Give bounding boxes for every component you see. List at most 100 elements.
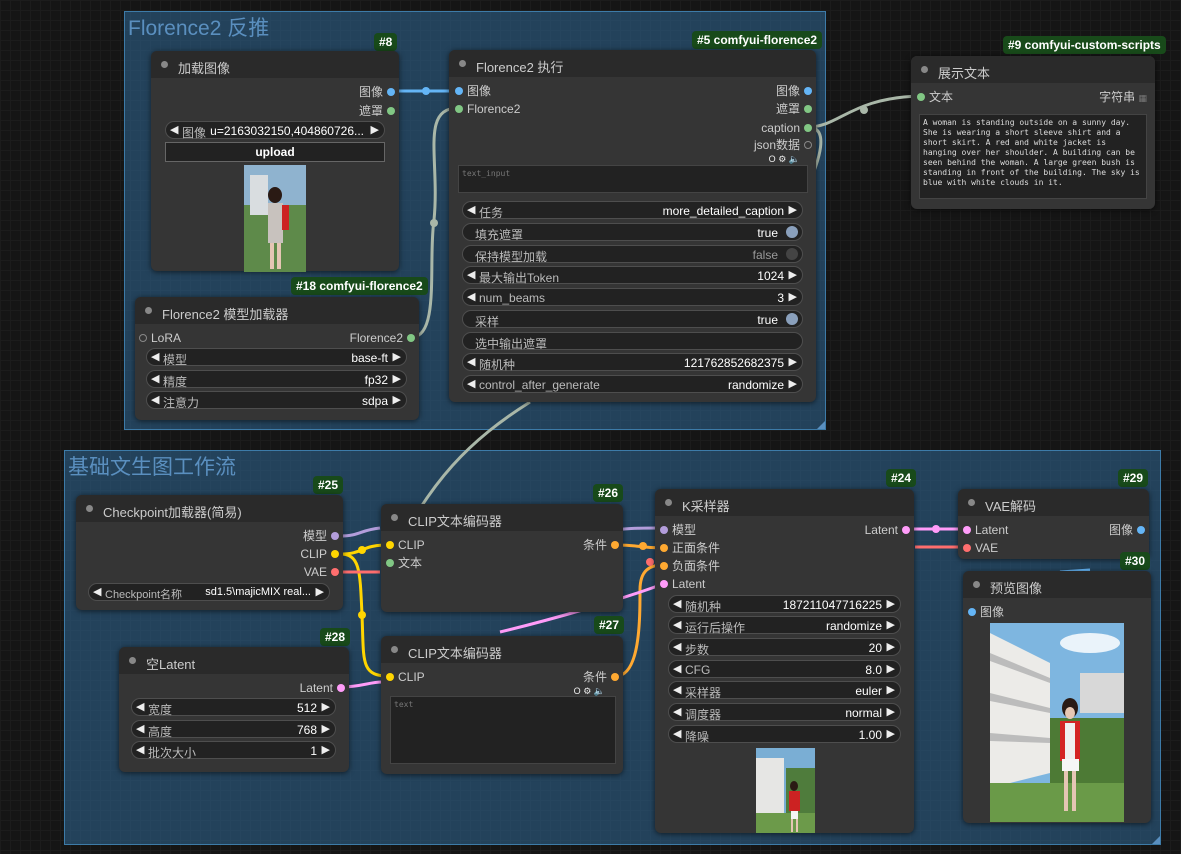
arrow-left-icon[interactable]: ◀ <box>673 597 681 610</box>
collapse-dot[interactable] <box>968 499 975 506</box>
arrow-left-icon[interactable]: ◀ <box>136 743 144 756</box>
clip-pin[interactable] <box>331 550 339 558</box>
image-pin[interactable] <box>1137 526 1145 534</box>
output-image[interactable]: 图像 <box>1109 523 1145 537</box>
arrow-right-icon[interactable]: ▶ <box>789 203 797 216</box>
arrow-right-icon[interactable]: ▶ <box>393 350 401 363</box>
attention-combo[interactable]: ◀ 注意力 sdpa ▶ <box>146 391 407 410</box>
input-text[interactable]: 文本 <box>386 556 422 570</box>
arrow-left-icon[interactable]: ◀ <box>170 123 178 136</box>
clip-text-encode-negative-node[interactable]: CLIP文本编码器 CLIP 条件 O ⚙ 🔈 text <box>381 636 623 774</box>
node-header[interactable]: 空Latent <box>119 647 349 674</box>
arrow-left-icon[interactable]: ◀ <box>151 393 159 406</box>
latent-pin[interactable] <box>902 526 910 534</box>
arrow-right-icon[interactable]: ▶ <box>887 705 895 718</box>
output-latent[interactable]: Latent <box>300 681 345 695</box>
arrow-left-icon[interactable]: ◀ <box>467 355 475 368</box>
input-florence2[interactable]: Florence2 <box>455 102 520 116</box>
load-image-node[interactable]: 加载图像 图像 遮罩 ◀ 图像 u=2163032150,404860726..… <box>151 51 399 272</box>
mask-pin[interactable] <box>804 105 812 113</box>
arrow-left-icon[interactable]: ◀ <box>93 585 101 598</box>
arrow-right-icon[interactable]: ▶ <box>789 290 797 303</box>
node-header[interactable]: 预览图像 <box>963 571 1151 598</box>
speaker-icon[interactable]: 🔈 <box>789 154 800 164</box>
precision-combo[interactable]: ◀ 精度 fp32 ▶ <box>146 370 407 389</box>
clip-pin[interactable] <box>386 673 394 681</box>
circle-icon[interactable]: O <box>574 686 581 696</box>
max-tokens-number[interactable]: ◀ 最大输出Token 1024 ▶ <box>462 266 803 285</box>
output-caption[interactable]: caption <box>761 121 812 135</box>
vae-pin[interactable] <box>331 568 339 576</box>
sampler-combo[interactable]: ◀ 采样器 euler ▶ <box>668 681 901 700</box>
cfg-number[interactable]: ◀ CFG 8.0 ▶ <box>668 660 901 678</box>
output-florence2[interactable]: Florence2 <box>350 331 415 345</box>
input-image[interactable]: 图像 <box>968 605 1004 619</box>
input-text[interactable]: 文本 <box>917 90 953 104</box>
height-number[interactable]: ◀ 高度 768 ▶ <box>131 720 336 739</box>
show-text-node[interactable]: 展示文本 文本 字符串 ▦ A woman is standing outsid… <box>911 56 1155 209</box>
output-conditioning[interactable]: 条件 <box>583 670 619 684</box>
arrow-left-icon[interactable]: ◀ <box>467 377 475 390</box>
batch-size-number[interactable]: ◀ 批次大小 1 ▶ <box>131 741 336 760</box>
vae-decode-node[interactable]: VAE解码 Latent VAE 图像 <box>958 489 1149 559</box>
arrow-right-icon[interactable]: ▶ <box>371 123 379 136</box>
collapse-dot[interactable] <box>129 657 136 664</box>
florence2-loader-node[interactable]: Florence2 模型加载器 LoRA Florence2 ◀ 模型 base… <box>135 297 419 420</box>
input-lora[interactable]: LoRA <box>139 331 181 345</box>
arrow-left-icon[interactable]: ◀ <box>673 640 681 653</box>
input-model[interactable]: 模型 <box>660 523 696 537</box>
arrow-right-icon[interactable]: ▶ <box>322 700 330 713</box>
clip-pin[interactable] <box>386 541 394 549</box>
preview-image-node[interactable]: 预览图像 图像 <box>963 571 1151 823</box>
keep-model-toggle[interactable]: 保持模型加载 false <box>462 245 803 264</box>
conditioning-pin[interactable] <box>611 541 619 549</box>
negative-text-area[interactable]: text <box>390 696 616 764</box>
arrow-right-icon[interactable]: ▶ <box>887 683 895 696</box>
input-latent[interactable]: Latent <box>963 523 1008 537</box>
florence2-pin[interactable] <box>455 105 463 113</box>
node-header[interactable]: CLIP文本编码器 <box>381 504 623 531</box>
gear-icon[interactable]: ⚙ <box>583 686 591 696</box>
input-positive[interactable]: 正面条件 <box>660 541 720 555</box>
denoise-number[interactable]: ◀ 降噪 1.00 ▶ <box>668 725 901 744</box>
lora-pin[interactable] <box>139 334 147 342</box>
caption-textbox[interactable]: A woman is standing outside on a sunny d… <box>919 114 1147 199</box>
output-clip[interactable]: CLIP <box>300 547 339 561</box>
output-latent[interactable]: Latent <box>865 523 910 537</box>
circle-icon[interactable]: O <box>769 154 776 164</box>
latent-pin[interactable] <box>660 580 668 588</box>
checkpoint-combo[interactable]: ◀ Checkpoint名称 sd1.5\majicMIX real... ▶ <box>88 583 330 601</box>
arrow-right-icon[interactable]: ▶ <box>887 640 895 653</box>
conditioning-pin[interactable] <box>660 544 668 552</box>
string-pin[interactable] <box>917 93 925 101</box>
arrow-right-icon[interactable]: ▶ <box>887 597 895 610</box>
input-clip[interactable]: CLIP <box>386 670 425 684</box>
task-combo[interactable]: ◀ 任务 more_detailed_caption ▶ <box>462 201 803 220</box>
arrow-left-icon[interactable]: ◀ <box>136 722 144 735</box>
num-beams-number[interactable]: ◀ num_beams 3 ▶ <box>462 288 803 306</box>
seed-number[interactable]: ◀ 随机种 187211047716225 ▶ <box>668 595 901 614</box>
toggle-knob[interactable] <box>786 313 798 325</box>
arrow-right-icon[interactable]: ▶ <box>316 585 324 598</box>
arrow-left-icon[interactable]: ◀ <box>467 290 475 303</box>
conditioning-pin[interactable] <box>660 562 668 570</box>
speaker-icon[interactable]: 🔈 <box>594 686 605 696</box>
image-pin[interactable] <box>968 608 976 616</box>
arrow-left-icon[interactable]: ◀ <box>151 350 159 363</box>
collapse-dot[interactable] <box>921 66 928 73</box>
arrow-right-icon[interactable]: ▶ <box>887 618 895 631</box>
node-header[interactable]: 展示文本 <box>911 56 1155 83</box>
collapse-dot[interactable] <box>145 307 152 314</box>
output-conditioning[interactable]: 条件 <box>583 538 619 552</box>
node-header[interactable]: Florence2 模型加载器 <box>135 297 419 324</box>
node-header[interactable]: VAE解码 <box>958 489 1149 516</box>
collapse-dot[interactable] <box>161 61 168 68</box>
output-vae[interactable]: VAE <box>304 565 339 579</box>
width-number[interactable]: ◀ 宽度 512 ▶ <box>131 698 336 717</box>
output-image[interactable]: 图像 <box>359 85 395 99</box>
arrow-left-icon[interactable]: ◀ <box>673 705 681 718</box>
model-pin[interactable] <box>331 532 339 540</box>
image-pin[interactable] <box>387 88 395 96</box>
node-header[interactable]: Checkpoint加载器(简易) <box>76 495 343 522</box>
input-negative[interactable]: 负面条件 <box>660 559 720 573</box>
